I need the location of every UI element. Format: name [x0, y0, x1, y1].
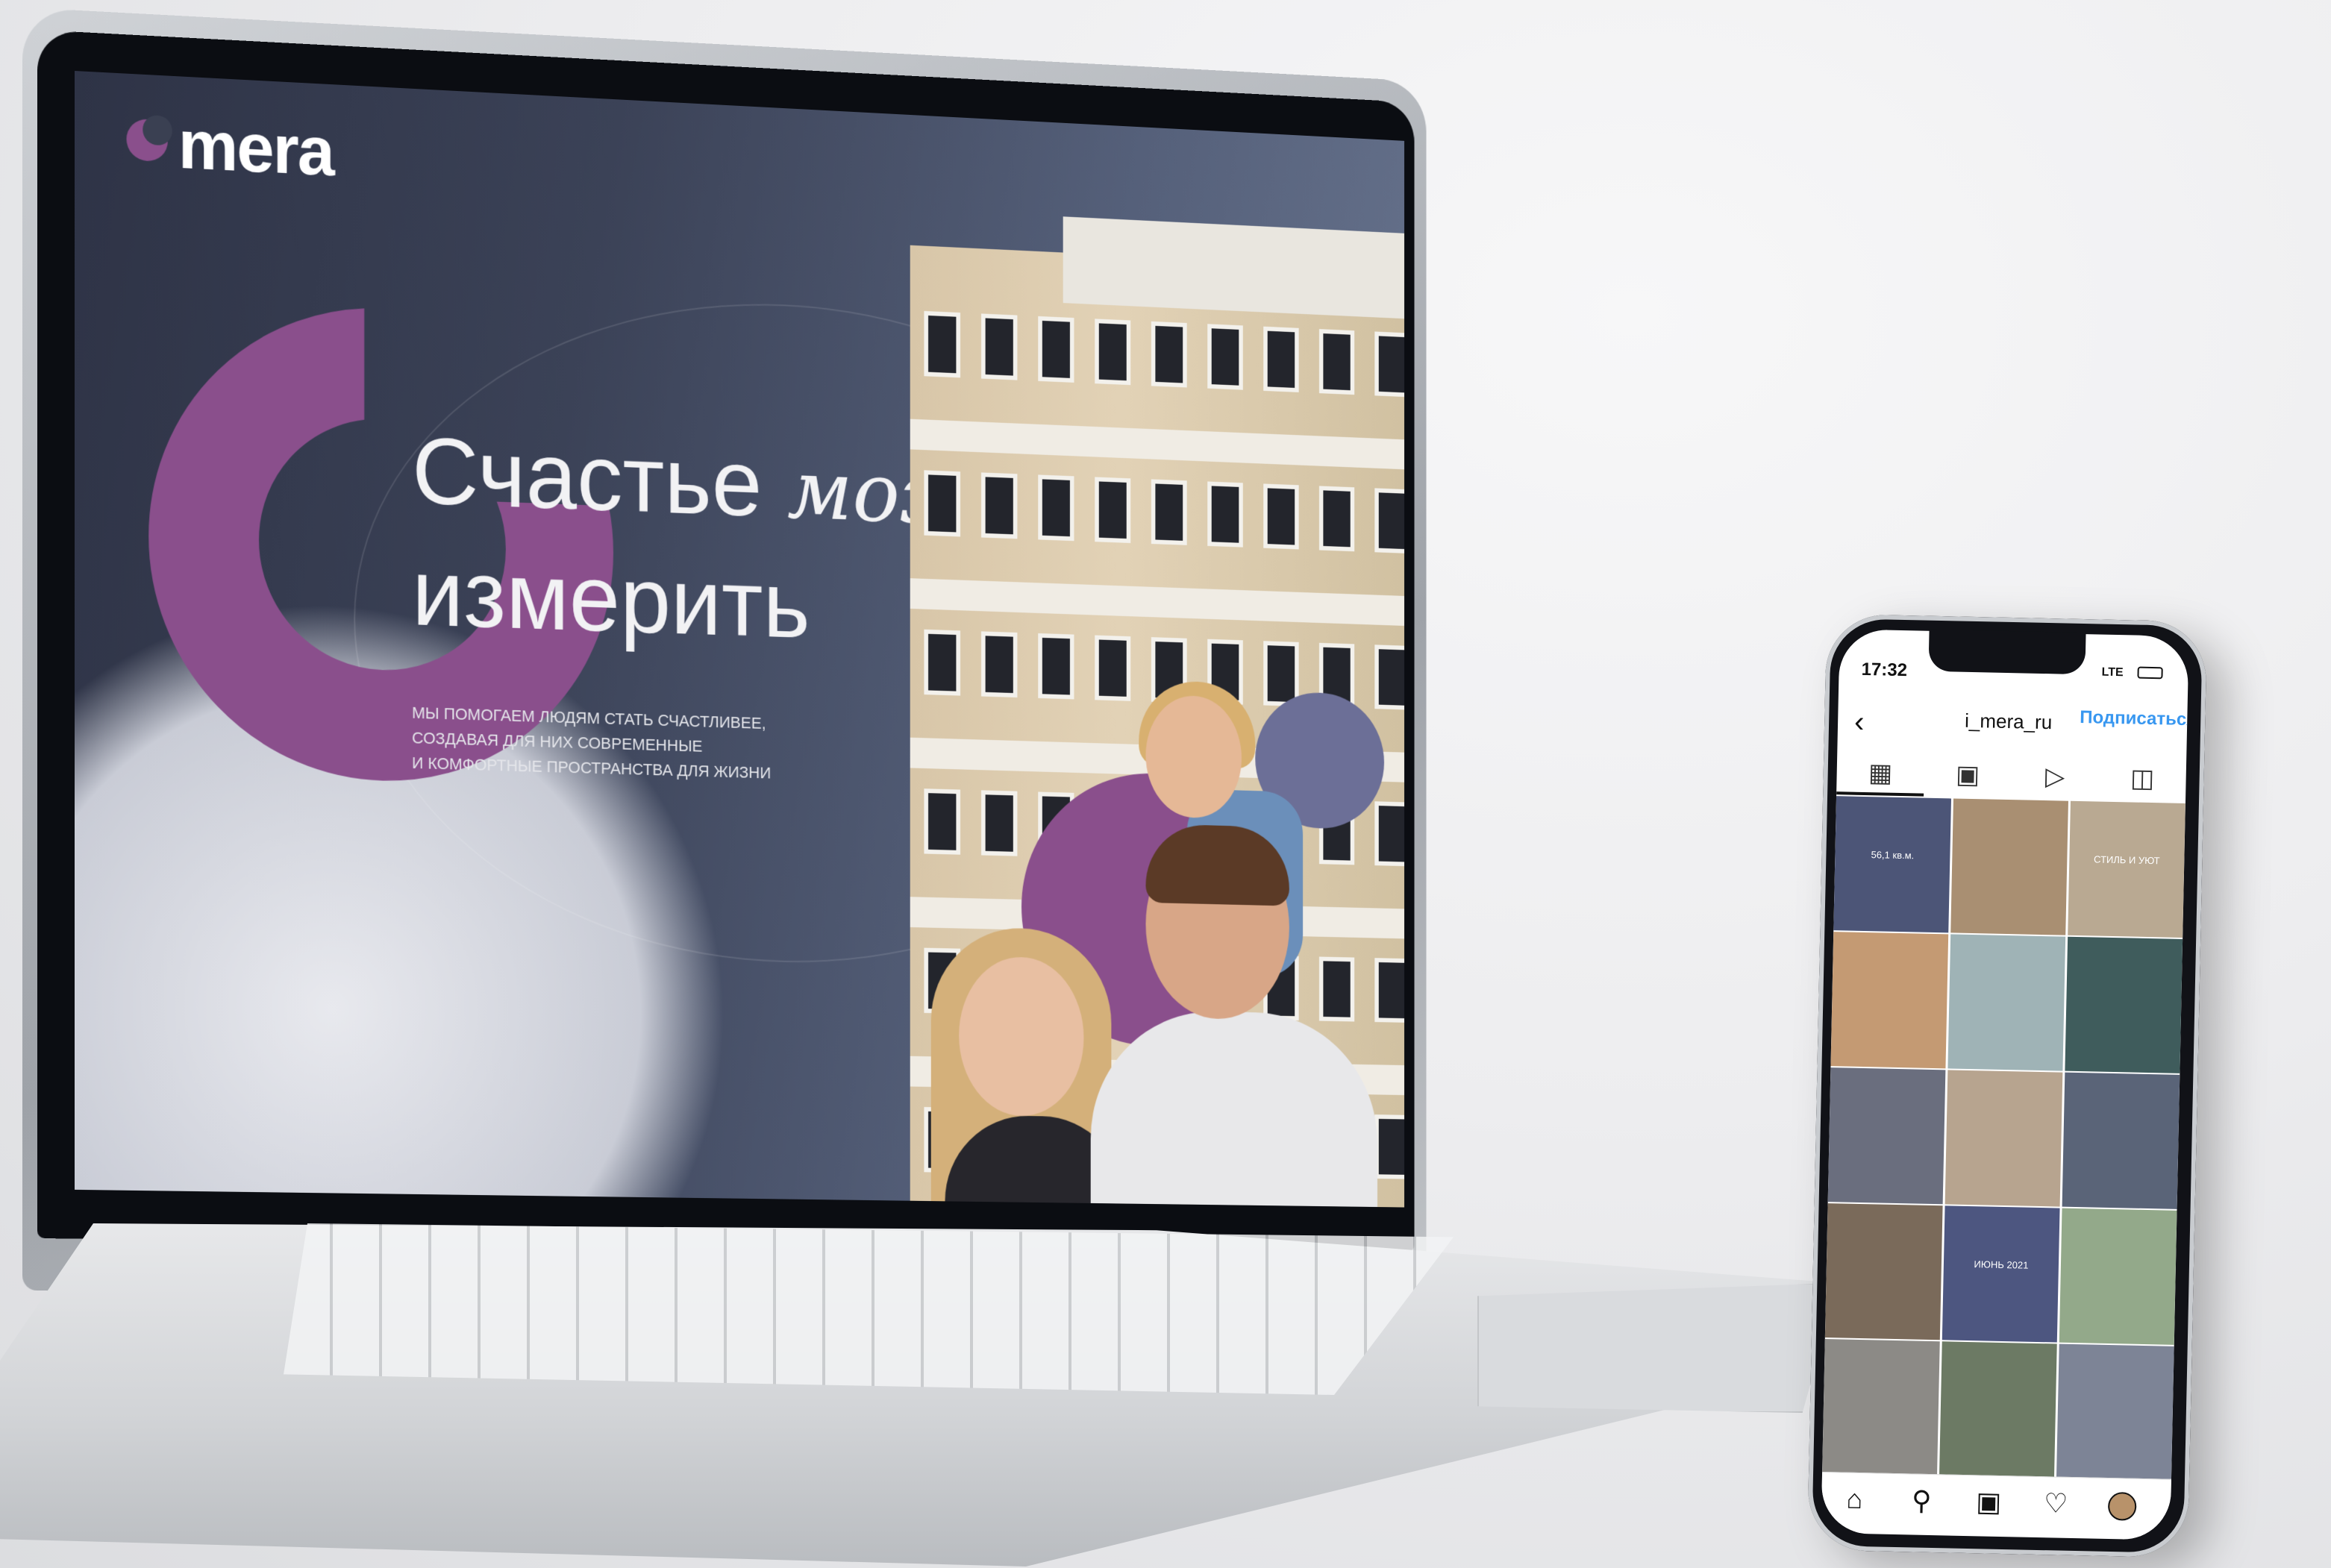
building-roof — [1063, 216, 1404, 320]
search-icon[interactable]: ⚲ — [1899, 1484, 1944, 1517]
post-tile[interactable] — [1944, 1070, 2063, 1207]
building-window — [1207, 324, 1243, 389]
home-icon[interactable]: ⌂ — [1832, 1483, 1877, 1515]
building-window — [1263, 483, 1298, 549]
building-window — [1374, 1114, 1404, 1179]
phone-screen: 17:32 LTE ‹ i_mera_ru Подписаться ▦ ▣ ▷ … — [1821, 629, 2189, 1540]
post-tile[interactable] — [2062, 1072, 2180, 1209]
building-window — [1151, 322, 1187, 388]
status-network: LTE — [2101, 665, 2124, 680]
post-tile[interactable] — [2056, 1343, 2174, 1481]
post-tile[interactable] — [1830, 932, 1949, 1069]
post-tile[interactable] — [1824, 1203, 1943, 1340]
headline-normal: Счастье — [412, 418, 787, 538]
post-tile[interactable] — [1822, 1339, 1940, 1476]
mera-logo-text[interactable]: mera — [178, 106, 334, 192]
post-tile[interactable] — [1947, 934, 2066, 1071]
building-window — [1038, 474, 1074, 541]
back-chevron-icon[interactable]: ‹ — [1854, 706, 1865, 739]
building-window — [1374, 331, 1404, 397]
post-tile[interactable] — [1827, 1067, 1946, 1205]
grid-icon[interactable]: ▦ — [1836, 757, 1924, 788]
laptop-trackpad[interactable] — [1477, 1283, 1839, 1413]
building-window — [981, 313, 1017, 380]
post-tile[interactable]: 56,1 кв.м. — [1833, 796, 1952, 933]
status-time: 17:32 — [1861, 659, 1908, 681]
building-window — [924, 630, 960, 696]
building-window — [1263, 641, 1298, 706]
building-window — [1038, 633, 1074, 699]
hero-headline-line2: измерить — [412, 539, 810, 659]
post-tile-caption: СТИЛЬ И УЮТ — [2093, 853, 2160, 867]
post-tile[interactable] — [1939, 1341, 2057, 1478]
laptop-screen: mera Счастье можно измерить МЫ ПОМОГАЕМ … — [75, 71, 1404, 1208]
building-window — [1095, 636, 1130, 701]
building-window — [1374, 488, 1404, 553]
post-tile[interactable] — [2065, 936, 2183, 1073]
building-window — [981, 631, 1017, 697]
building-window — [1095, 319, 1130, 385]
profile-avatar[interactable] — [2107, 1492, 2137, 1521]
profile-username: i_mera_ru — [1964, 709, 2053, 734]
follow-button[interactable]: Подписаться — [2080, 707, 2189, 730]
post-tile[interactable]: ИЮНЬ 2021 — [1942, 1205, 2060, 1343]
bottom-nav: ⌂ ⚲ ▣ ♡ — [1821, 1471, 2171, 1540]
building-window — [1374, 801, 1404, 866]
building-window — [1319, 329, 1354, 395]
post-tile[interactable] — [1950, 798, 2068, 935]
building-window — [1263, 327, 1298, 392]
building-window — [1374, 958, 1404, 1023]
post-tile[interactable] — [2059, 1208, 2177, 1345]
battery-icon — [2137, 666, 2163, 680]
reels-icon[interactable]: ▣ — [1966, 1486, 2012, 1518]
post-tile-caption: ИЮНЬ 2021 — [1974, 1258, 2029, 1271]
play-icon[interactable]: ▷ — [2011, 761, 2099, 792]
heart-icon[interactable]: ♡ — [2033, 1487, 2079, 1520]
building-window — [981, 790, 1017, 856]
building-window — [924, 470, 960, 536]
building-window — [1151, 479, 1187, 545]
building-window — [1319, 486, 1354, 551]
building-window — [1038, 316, 1074, 383]
woman-face — [959, 956, 1083, 1117]
building-window — [924, 788, 960, 855]
hero-subtitle: МЫ ПОМОГАЕМ ЛЮДЯМ СТАТЬ СЧАСТЛИВЕЕ, СОЗД… — [412, 700, 783, 786]
tagged-icon[interactable]: ◫ — [2098, 763, 2186, 794]
building-window — [981, 472, 1017, 539]
building-window — [1207, 481, 1243, 547]
post-tile[interactable]: СТИЛЬ И УЮТ — [2068, 800, 2185, 938]
laptop-keyboard[interactable] — [284, 1223, 1454, 1395]
building-window — [924, 311, 960, 377]
post-tile-caption: 56,1 кв.м. — [1871, 849, 1915, 862]
phone-notch — [1928, 629, 2086, 675]
building-window — [1319, 956, 1354, 1021]
building-window — [1374, 645, 1404, 709]
reels-icon[interactable]: ▣ — [1924, 759, 2012, 791]
building-window — [1095, 477, 1130, 543]
